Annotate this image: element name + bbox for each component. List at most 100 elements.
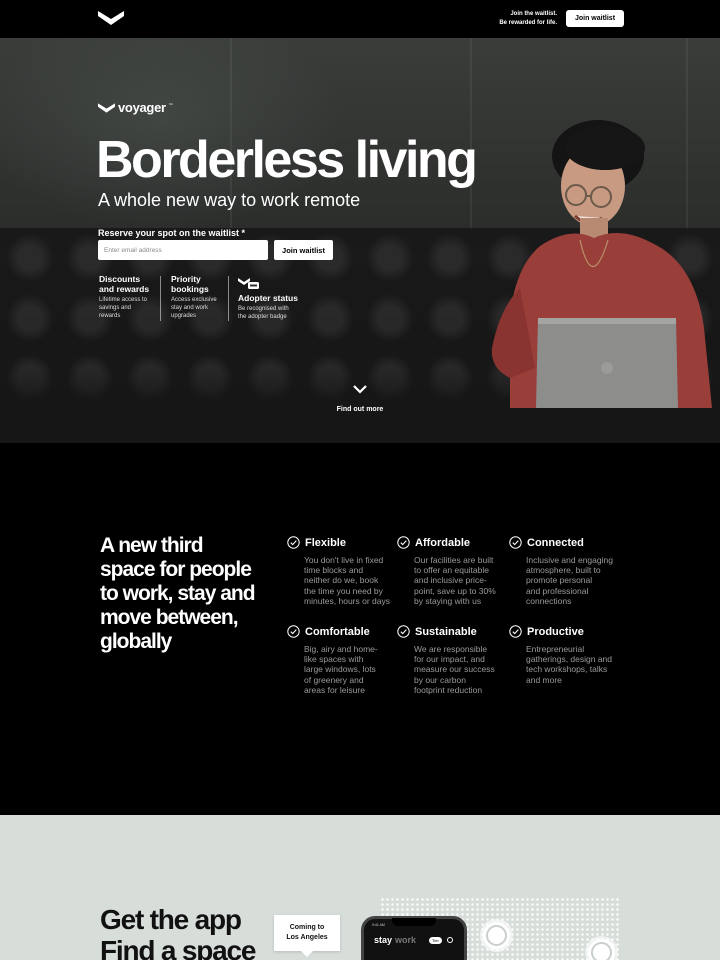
brand-name: voyager bbox=[118, 100, 166, 115]
perk-description: Lifetime access to savings and rewards bbox=[99, 296, 159, 320]
app-heading-line: Find a space bbox=[100, 935, 256, 960]
feature-line: and more bbox=[526, 674, 562, 685]
perk-description: Be recognised with the adopter badge bbox=[238, 305, 308, 321]
feature-line: areas for leisure bbox=[304, 684, 365, 695]
email-input[interactable] bbox=[98, 240, 268, 260]
feature-description: We are responsible for our impact, and m… bbox=[414, 644, 512, 695]
perk-divider bbox=[228, 276, 229, 321]
chevron-down-icon[interactable] bbox=[352, 384, 368, 394]
perk-description-line: Be recognised with bbox=[238, 306, 289, 312]
check-circle-icon bbox=[397, 536, 410, 549]
feature-connected: Connected Inclusive and engaging atmosph… bbox=[509, 536, 624, 606]
perk-title: Discounts bbox=[99, 274, 141, 284]
voyager-brand: voyager ™ bbox=[98, 100, 173, 115]
header-join-waitlist-button[interactable]: Join waitlist bbox=[566, 10, 624, 27]
adopter-badge-icon bbox=[238, 278, 259, 289]
hero-join-waitlist-button[interactable]: Join waitlist bbox=[274, 240, 333, 260]
feature-line: the time you need by bbox=[304, 585, 383, 596]
feature-line: to offer an equitable bbox=[414, 565, 489, 576]
perk-description-line: stay and work bbox=[171, 305, 209, 311]
hero-section: voyager ™ Borderless living A whole new … bbox=[0, 38, 720, 443]
feature-title: Comfortable bbox=[305, 625, 370, 638]
check-circle-icon bbox=[509, 625, 522, 638]
feature-line: neither do we, book bbox=[304, 575, 379, 586]
perk-divider bbox=[160, 276, 161, 321]
heading-line: to work, stay and bbox=[100, 582, 256, 605]
heading-line: space for people bbox=[100, 558, 252, 581]
features-heading: A new third space for people to work, st… bbox=[100, 534, 275, 654]
phone-mockup: 9:41 AM stay work Tier bbox=[361, 916, 467, 960]
feature-title: Flexible bbox=[305, 536, 346, 549]
reserve-label: Reserve your spot on the waitlist * bbox=[98, 228, 246, 238]
check-circle-icon bbox=[397, 625, 410, 638]
phone-status-time: 9:41 AM bbox=[372, 923, 385, 927]
location-marker-icon[interactable] bbox=[483, 922, 510, 949]
tier-badge: Tier bbox=[429, 936, 442, 944]
feature-line: We are responsible bbox=[414, 644, 488, 654]
check-circle-icon bbox=[287, 625, 300, 638]
perk-title: Adopter status bbox=[238, 293, 298, 303]
perk-discounts: Discounts and rewards Lifetime access to… bbox=[99, 274, 159, 320]
feature-line: Big, airy and home- bbox=[304, 644, 378, 654]
feature-line: connections bbox=[526, 595, 572, 606]
hero-title: Borderless living bbox=[96, 131, 478, 189]
trademark-symbol: ™ bbox=[119, 12, 123, 17]
feature-title: Connected bbox=[527, 536, 584, 549]
perk-description-line: the adopter badge bbox=[238, 314, 287, 320]
feature-line: and professional bbox=[526, 585, 589, 596]
hero-subtitle: A whole new way to work remote bbox=[98, 190, 361, 210]
check-circle-icon bbox=[509, 536, 522, 549]
feature-line: like spaces with bbox=[304, 654, 364, 665]
perk-description-line: rewards bbox=[99, 313, 121, 319]
perk-description: Access exclusive stay and work upgrades bbox=[171, 296, 227, 320]
phone-notch bbox=[392, 918, 436, 926]
brand-trademark: ™ bbox=[168, 102, 173, 107]
heading-line: move between, bbox=[100, 606, 239, 629]
feature-line: by staying with us bbox=[414, 595, 482, 606]
feature-line: time blocks and bbox=[304, 565, 364, 576]
perk-description-line: savings and bbox=[99, 305, 132, 311]
app-tabs: stay work Tier bbox=[374, 935, 453, 945]
location-marker-icon[interactable] bbox=[588, 939, 615, 960]
feature-line: of greenery and bbox=[304, 674, 364, 685]
features-section: A new third space for people to work, st… bbox=[0, 443, 720, 815]
feature-title: Productive bbox=[527, 625, 584, 638]
feature-sustainable: Sustainable We are responsible for our i… bbox=[397, 625, 512, 695]
feature-affordable: Affordable Our facilities are built to o… bbox=[397, 536, 512, 606]
waitlist-promo-line2: Be rewarded for life. bbox=[499, 19, 557, 26]
voyager-mark-icon bbox=[98, 102, 115, 113]
bubble-line: Los Angeles bbox=[286, 934, 328, 941]
top-bar: ™ Join the waitlist. Be rewarded for lif… bbox=[0, 0, 720, 38]
feature-line: point, save up to 30% bbox=[414, 585, 496, 596]
feature-line: by our carbon bbox=[414, 674, 466, 685]
woman-with-laptop-photo bbox=[491, 120, 712, 408]
user-icon[interactable] bbox=[446, 937, 453, 943]
get-the-app-section: Get the app Find a space Coming to Los A… bbox=[0, 815, 720, 960]
perk-adopter-status: Adopter status Be recognised with the ad… bbox=[238, 293, 308, 321]
feature-description: Inclusive and engaging atmosphere, built… bbox=[526, 555, 624, 606]
feature-line: for our impact, and bbox=[414, 654, 485, 665]
feature-line: Our facilities are built bbox=[414, 555, 494, 565]
tab-work[interactable]: work bbox=[395, 935, 416, 945]
feature-line: You don't live in fixed bbox=[304, 555, 384, 565]
coming-to-bubble: Coming to Los Angeles bbox=[274, 915, 340, 957]
feature-line: and inclusive price- bbox=[414, 575, 487, 586]
bubble-line: Coming to bbox=[289, 924, 325, 931]
feature-line: Inclusive and engaging bbox=[526, 555, 613, 565]
perk-description-line: upgrades bbox=[171, 313, 197, 319]
find-out-more-link[interactable]: Find out more bbox=[0, 406, 720, 413]
feature-line: footprint reduction bbox=[414, 684, 483, 695]
waitlist-promo-line1: Join the waitlist. bbox=[510, 11, 557, 17]
feature-line: measure our success bbox=[414, 664, 495, 675]
perk-title: bookings bbox=[171, 284, 209, 294]
feature-line: gatherings, design and bbox=[526, 654, 613, 665]
feature-line: atmosphere, built to bbox=[526, 565, 601, 576]
tab-stay[interactable]: stay bbox=[374, 935, 392, 945]
feature-line: Entrepreneurial bbox=[526, 644, 585, 654]
heading-line: globally bbox=[100, 630, 172, 653]
feature-description: Big, airy and home- like spaces with lar… bbox=[304, 644, 402, 695]
feature-comfortable: Comfortable Big, airy and home- like spa… bbox=[287, 625, 402, 695]
app-heading: Get the app Find a space bbox=[100, 904, 256, 960]
feature-description: You don't live in fixed time blocks and … bbox=[304, 555, 402, 606]
feature-line: promote personal bbox=[526, 575, 593, 586]
